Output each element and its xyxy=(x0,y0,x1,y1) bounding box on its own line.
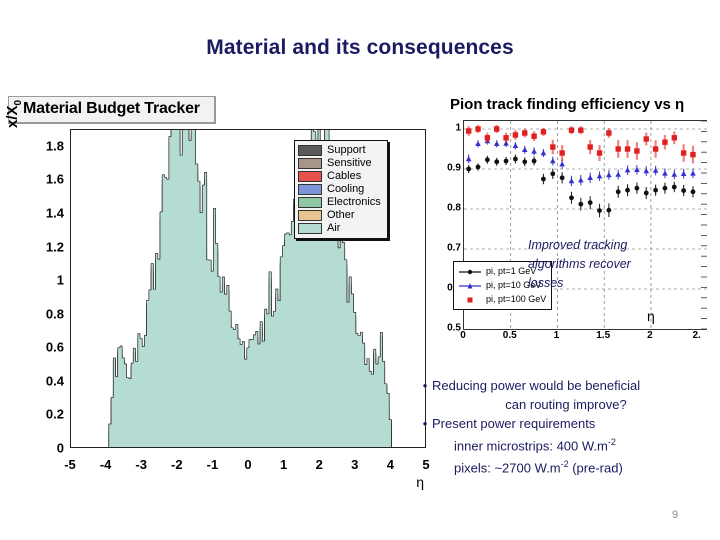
x-tick-label: 1 xyxy=(279,457,288,472)
efficiency-legend-marker xyxy=(457,265,483,277)
y-tick-label: 1.6 xyxy=(45,171,64,187)
legend-item-label: Cables xyxy=(327,170,362,182)
bullet-2-text: Present power requirements xyxy=(432,416,596,431)
efficiency-x-tick-label: 0 xyxy=(460,330,466,341)
legend-item: Support xyxy=(298,144,381,157)
x-tick-label: 3 xyxy=(351,457,359,472)
material-budget-legend: Support Sensitive Cables Cooling Electronics… xyxy=(294,140,388,239)
annotation-line-1: Improved tracking xyxy=(528,238,628,252)
x-tick-label: -3 xyxy=(135,457,147,472)
legend-item: Cooling xyxy=(298,183,381,196)
y-tick-label: 1.8 xyxy=(45,138,64,154)
legend-item: Other xyxy=(298,209,381,222)
material-budget-title: Material Budget Tracker xyxy=(8,96,216,124)
bullet-list: • Reducing power would be beneficial can… xyxy=(418,376,718,478)
efficiency-x-tick-label: 1.5 xyxy=(596,330,611,341)
legend-item: Electronics xyxy=(298,196,381,209)
annotation-line-2: algorithms recover xyxy=(528,257,631,271)
material-budget-y-axis-label: x/X0 xyxy=(4,100,24,128)
x-tick-label: -4 xyxy=(99,457,112,472)
x-tick-label: 4 xyxy=(386,457,394,472)
page-number: 9 xyxy=(672,509,679,521)
y-tick-label: 1 xyxy=(56,272,64,288)
efficiency-y-tick-label: 0.9 xyxy=(447,162,461,174)
efficiency-chart-title: Pion track finding efficiency vs η xyxy=(450,96,685,113)
y-tick-label: 0.4 xyxy=(45,373,64,389)
efficiency-legend-marker xyxy=(457,293,483,305)
bullet-1-text: Reducing power would be beneficial xyxy=(432,378,641,393)
x-tick-label: 2 xyxy=(315,457,323,472)
legend-color-swatch xyxy=(298,184,322,195)
x-tick-label: 0 xyxy=(244,457,252,472)
efficiency-y-tick-label: 0.7 xyxy=(447,242,461,254)
y-axis-label-text: x/X xyxy=(4,105,21,128)
y-tick-label: 0 xyxy=(56,440,64,456)
bullet-dot-icon: • xyxy=(422,378,428,393)
bullet-dot-icon: • xyxy=(422,416,428,431)
x-tick-label: -2 xyxy=(171,457,183,472)
legend-item-label: Other xyxy=(327,209,355,221)
y-tick-label: 0.8 xyxy=(45,306,64,322)
pixels-note: (pre-rad) xyxy=(568,460,623,476)
efficiency-x-tick-label: 2 xyxy=(647,330,653,341)
y-axis-label-subscript: 0 xyxy=(13,99,24,106)
legend-color-swatch xyxy=(298,158,322,169)
legend-color-swatch xyxy=(298,145,322,156)
slide-title: Material and its consequences xyxy=(206,36,514,59)
legend-item-label: Air xyxy=(327,222,341,234)
inner-microstrips-exponent: -2 xyxy=(607,437,616,447)
y-tick-label: 0.6 xyxy=(45,339,64,355)
y-tick-label: 1.4 xyxy=(45,205,64,221)
efficiency-x-tick-label: 0.5 xyxy=(502,330,517,341)
efficiency-legend-item: pi, pt=100 GeV xyxy=(457,292,546,306)
material-budget-chart: Material Budget Tracker x/X0 1.8 1.6 1.4 1.… xyxy=(2,96,434,526)
tracking-annotation: Improved tracking algorithms recover los… xyxy=(528,236,708,293)
legend-item-label: Electronics xyxy=(327,196,381,208)
bullet-item-1: • Reducing power would be beneficial xyxy=(418,376,718,395)
legend-color-swatch xyxy=(298,171,322,182)
legend-color-swatch xyxy=(298,223,322,234)
legend-item: Air xyxy=(298,222,381,235)
y-tick-label: 0.2 xyxy=(45,406,64,422)
legend-color-swatch xyxy=(298,197,322,208)
pixels-value: pixels: ~2700 W.m xyxy=(454,460,561,476)
bullet-item-2: • Present power requirements xyxy=(418,414,718,433)
efficiency-y-tick-label: 0.5 xyxy=(447,322,461,334)
y-tick-label: 1.2 xyxy=(45,239,64,255)
legend-item-label: Sensitive xyxy=(327,157,372,169)
efficiency-legend-marker xyxy=(457,279,483,291)
efficiency-y-tick-label: 0.8 xyxy=(447,202,461,214)
legend-item: Sensitive xyxy=(298,157,381,170)
bullet-2-subtext-2: pixels: ~2700 W.m-2 (pre-rad) xyxy=(454,455,718,477)
annotation-line-3: losses xyxy=(528,276,564,290)
efficiency-y-tick-label: 1 xyxy=(455,122,461,134)
legend-item-label: Support xyxy=(327,144,366,156)
efficiency-x-tick-label: 2. xyxy=(692,330,701,341)
bullet-1-subtext: can routing improve? xyxy=(505,397,627,412)
bullet-2-subtext-1: inner microstrips: 400 W.m-2 xyxy=(454,433,718,455)
legend-color-swatch xyxy=(298,210,322,221)
efficiency-legend-label: pi, pt=100 GeV xyxy=(486,294,547,304)
efficiency-x-axis-label: η xyxy=(647,308,655,324)
inner-microstrips-value: inner microstrips: 400 W.m xyxy=(454,438,608,454)
x-tick-label: -5 xyxy=(64,457,76,472)
x-tick-label: -1 xyxy=(206,457,219,472)
pixels-exponent: -2 xyxy=(560,459,569,470)
efficiency-x-tick-label: 1 xyxy=(553,330,560,341)
legend-item: Cables xyxy=(298,170,381,183)
legend-item-label: Cooling xyxy=(327,183,365,195)
